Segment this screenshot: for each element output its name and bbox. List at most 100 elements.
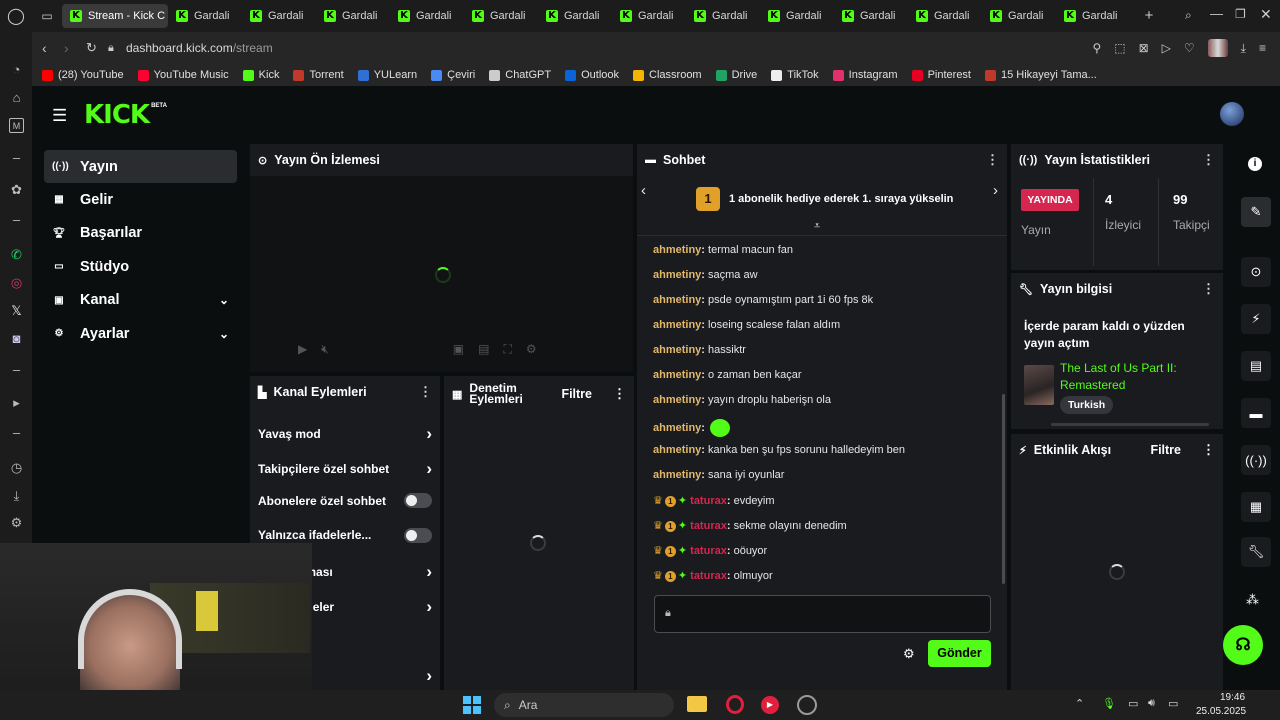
gear-icon[interactable]: ⚙ — [9, 515, 24, 530]
nav-item-3[interactable]: 🏆︎ Başarılar — [44, 217, 237, 250]
bookmark-item[interactable]: Outlook — [565, 69, 619, 81]
bookmark-item[interactable]: (28) YouTube — [42, 69, 124, 81]
bookmark-item[interactable]: TikTok — [771, 69, 819, 81]
chatgpt-icon[interactable]: ✿ — [9, 182, 24, 197]
fullscreen-icon[interactable]: ⛶ — [503, 342, 511, 357]
chat-username[interactable]: taturax — [690, 520, 727, 532]
browser-tab[interactable]: K Gardali — [982, 4, 1056, 28]
nav-item-6[interactable]: ⚙ Ayarlar ⌄ — [44, 317, 237, 350]
battery-icon[interactable]: ▭ — [1168, 697, 1178, 710]
activity-filter-button[interactable]: Filtre — [1150, 443, 1181, 457]
block-icon[interactable]: ⊠ — [1139, 41, 1149, 55]
browser-tab[interactable]: K Gardali — [612, 4, 686, 28]
mute-icon[interactable]: 🔇︎ — [321, 342, 329, 357]
chat-username[interactable]: taturax — [690, 495, 727, 507]
browser-tab[interactable]: K Gardali — [242, 4, 316, 28]
bookmark-item[interactable]: YouTube Music — [137, 69, 229, 81]
support-button[interactable]: ☊ — [1223, 625, 1263, 665]
theater-icon[interactable]: ▤ — [478, 342, 489, 357]
kick-logo[interactable]: KICK BETA — [84, 100, 167, 130]
info-icon[interactable]: i — [1248, 157, 1262, 171]
edit-icon[interactable]: ✎ — [1241, 197, 1271, 227]
banner-next-icon[interactable]: › — [993, 182, 998, 199]
mic-icon[interactable]: 🎙︎ — [1102, 697, 1116, 710]
download-icon[interactable]: ⤓ — [1241, 41, 1246, 56]
nav-item-2[interactable]: ▦ Gelir — [44, 183, 237, 216]
chat-input[interactable]: 🔒︎ — [654, 595, 991, 633]
banner-prev-icon[interactable]: ‹ — [641, 182, 646, 199]
menu-icon[interactable]: ≡ — [1259, 41, 1266, 55]
chat-username[interactable]: ahmetiny — [653, 269, 701, 281]
start-button[interactable] — [463, 696, 481, 714]
moderation-toggle-icon[interactable]: ▦ — [1241, 492, 1271, 522]
screenshot-icon[interactable]: ⬚ — [1114, 41, 1125, 55]
toggle-switch[interactable] — [404, 493, 432, 508]
chat-username[interactable]: ahmetiny — [653, 394, 701, 406]
heart-icon[interactable]: ♡ — [1184, 41, 1195, 55]
send-button[interactable]: Gönder — [928, 640, 991, 667]
close-window-button[interactable]: ✕ — [1260, 6, 1272, 23]
chat-username[interactable]: ahmetiny — [653, 422, 701, 434]
bookmark-item[interactable]: Drive — [715, 69, 757, 81]
tab-actions-icon[interactable]: ▭ — [32, 9, 62, 23]
clock-date[interactable]: 25.05.2025 — [1196, 706, 1246, 717]
chat-username[interactable]: taturax — [690, 570, 727, 582]
play-icon[interactable]: ▶ — [298, 342, 307, 357]
media-player-icon[interactable]: ▶ — [761, 696, 779, 714]
moderation-filter-button[interactable]: Filtre — [561, 387, 592, 401]
channel-action-row[interactable]: Takipçilere özel sohbet › — [258, 459, 432, 479]
bookmark-item[interactable]: Çeviri — [431, 69, 475, 81]
forward-button[interactable]: › — [64, 40, 86, 56]
wrench-toggle-icon[interactable]: 🔧︎ — [1241, 537, 1271, 567]
workspace-icon[interactable]: ⌂ — [9, 90, 24, 105]
file-explorer-icon[interactable] — [687, 696, 707, 712]
url-field[interactable]: dashboard.kick.com/stream — [126, 41, 273, 55]
preview-toggle-icon[interactable]: ⊙ — [1241, 257, 1271, 287]
user-avatar[interactable] — [1220, 102, 1244, 126]
more-options-icon[interactable]: ⋮ — [1202, 152, 1215, 168]
browser-tab[interactable]: K Gardali — [760, 4, 834, 28]
broadcast-toggle-icon[interactable]: ((·)) — [1241, 445, 1271, 475]
nav-item-5[interactable]: ▣ Kanal ⌄ — [44, 284, 237, 317]
download-tray-icon[interactable]: ⤓ — [9, 488, 24, 503]
browser-tab[interactable]: K Gardali — [390, 4, 464, 28]
nav-item-4[interactable]: ▭ Stüdyo — [44, 250, 237, 283]
nav-item-1[interactable]: ((·)) Yayın — [44, 150, 237, 183]
volume-icon[interactable]: 🔊︎ — [1148, 697, 1155, 710]
minimize-button[interactable]: — — [1210, 6, 1223, 21]
channel-action-row[interactable]: Yavaş mod › — [258, 424, 432, 444]
browser-tab[interactable]: K Gardali — [464, 4, 538, 28]
chat-username[interactable]: ahmetiny — [653, 294, 701, 306]
chat-username[interactable]: ahmetiny — [653, 469, 701, 481]
game-title[interactable]: The Last of Us Part II: Remastered — [1060, 360, 1220, 394]
browser-tab[interactable]: K Gardali — [168, 4, 242, 28]
chat-toggle-icon[interactable]: ▬ — [1241, 398, 1271, 428]
channel-action-row[interactable]: Abonelere özel sohbet — [258, 493, 432, 508]
chat-settings-icon[interactable]: ⚙ — [903, 646, 915, 662]
reload-button[interactable]: ↻ — [86, 40, 108, 56]
history-icon[interactable]: ◔ — [9, 62, 24, 77]
more-options-icon[interactable]: ⋮ — [1202, 281, 1215, 297]
more-options-icon[interactable]: ⋮ — [419, 384, 432, 400]
opera-icon[interactable] — [726, 695, 744, 714]
more-options-icon[interactable]: ⋮ — [986, 152, 999, 168]
bolt-toggle-icon[interactable]: ⚡︎ — [1241, 304, 1271, 334]
more-options-icon[interactable]: ⋮ — [1202, 442, 1215, 458]
clock-icon[interactable]: ◷ — [9, 460, 24, 475]
search-tabs-icon[interactable]: ⌕ — [1185, 8, 1192, 23]
browser-tab[interactable]: K Gardali — [686, 4, 760, 28]
taskbar-search[interactable]: ⌕ Ara — [494, 693, 674, 717]
discord-icon[interactable]: ◙ — [9, 331, 24, 346]
chat-username[interactable]: ahmetiny — [653, 244, 701, 256]
settings-icon[interactable]: ⚙ — [526, 342, 537, 357]
whatsapp-icon[interactable]: ✆ — [9, 247, 24, 262]
banner-expand-icon[interactable]: ⩡ — [814, 220, 820, 233]
browser-tab[interactable]: K Gardali — [538, 4, 612, 28]
profile-avatar[interactable] — [1207, 39, 1228, 57]
bookmark-item[interactable]: Torrent — [293, 69, 344, 81]
instagram-icon[interactable]: ◎ — [9, 275, 24, 290]
browser-tab[interactable]: K Gardali — [316, 4, 390, 28]
browser-tab[interactable]: K Stream - Kick C — [62, 4, 168, 28]
player-icon[interactable]: ▸ — [9, 395, 24, 410]
chat-username[interactable]: taturax — [690, 545, 727, 557]
